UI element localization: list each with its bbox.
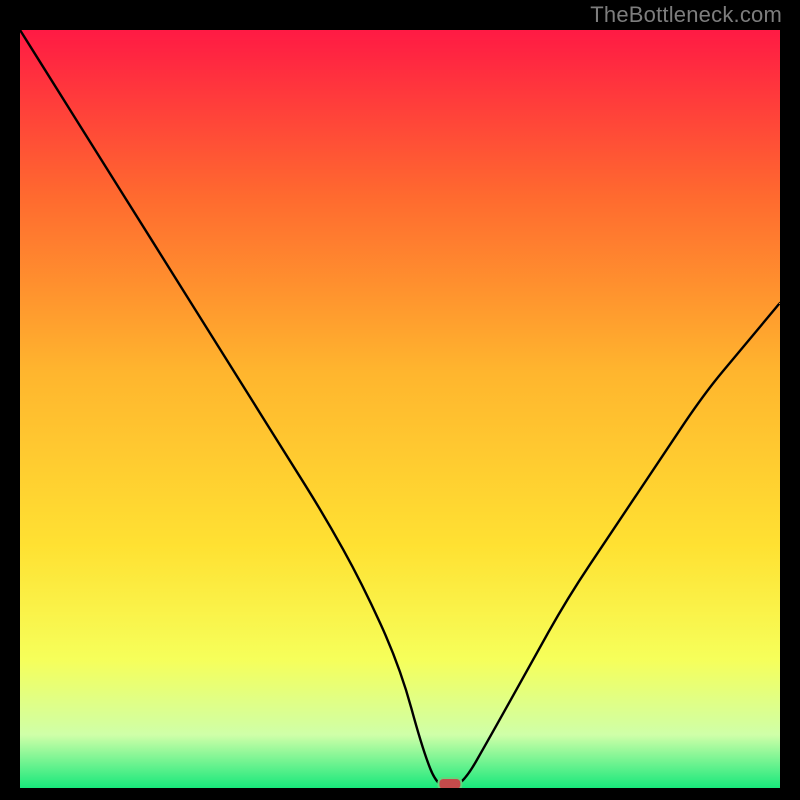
- plot-area: [20, 30, 780, 788]
- optimum-marker: [438, 778, 461, 788]
- attribution-text: TheBottleneck.com: [590, 2, 782, 28]
- chart-svg: [20, 30, 780, 788]
- chart-frame: TheBottleneck.com: [0, 0, 800, 800]
